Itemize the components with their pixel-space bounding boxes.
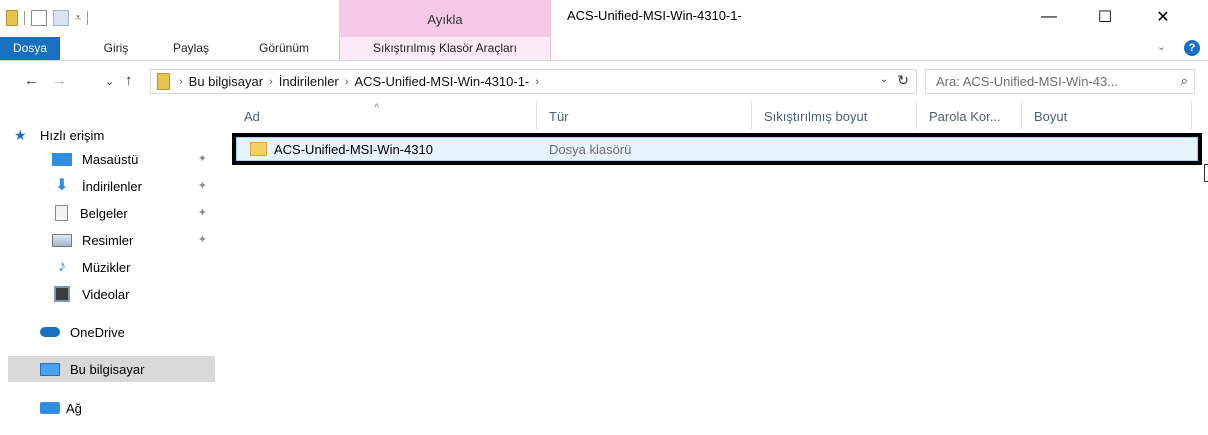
breadcrumb-separator[interactable]: ›	[179, 74, 183, 90]
sidebar-item-quick-access[interactable]: ★ Hızlı erişim	[8, 122, 215, 148]
folder-icon	[250, 142, 267, 156]
customize-toolbar-icon[interactable]: ⩡	[75, 12, 81, 25]
sidebar-item-onedrive[interactable]: OneDrive	[8, 319, 215, 345]
pin-icon[interactable]: ✦	[198, 179, 207, 192]
context-tab-group-label: Ayıkla	[427, 12, 463, 27]
sidebar-item-label: Müzikler	[82, 259, 131, 275]
search-icon[interactable]: ⌕	[1181, 73, 1188, 89]
close-button[interactable]: ✕	[1140, 0, 1186, 34]
documents-icon	[55, 205, 68, 221]
column-header-label: Boyut	[1034, 109, 1068, 124]
search-input[interactable]: Ara: ACS-Unified-MSI-Win-43... ⌕	[925, 69, 1195, 94]
column-header-size[interactable]: Boyut	[1022, 100, 1192, 130]
column-header-label: Parola Kor...	[929, 109, 1001, 124]
minimize-icon: —	[1041, 8, 1057, 25]
zip-folder-icon	[157, 73, 170, 90]
download-icon: ⬇	[55, 177, 69, 194]
forward-arrow-icon[interactable]: →	[52, 72, 67, 89]
table-row[interactable]: ACS-Unified-MSI-Win-4310 Dosya klasörü	[232, 133, 1202, 165]
breadcrumb-separator[interactable]: ›	[345, 74, 349, 90]
column-header-compressed-size[interactable]: Sıkıştırılmış boyut	[752, 100, 917, 130]
properties-check-icon[interactable]	[31, 10, 47, 26]
sidebar-item-label: OneDrive	[70, 324, 125, 340]
sidebar-item-label: Ağ	[66, 400, 82, 416]
pin-icon[interactable]: ✦	[198, 152, 207, 165]
star-icon: ★	[14, 127, 27, 143]
pictures-icon	[52, 233, 72, 247]
sidebar-item-downloads[interactable]: ⬇ İndirilenler ✦	[8, 173, 215, 199]
pin-icon[interactable]: ✦	[198, 206, 207, 219]
sidebar-item-label: Hızlı erişim	[40, 127, 105, 143]
pin-icon[interactable]: ✦	[198, 233, 207, 246]
breadcrumb-separator[interactable]: ›	[269, 74, 273, 90]
column-header-label: Ad	[244, 109, 260, 124]
address-dropdown-icon[interactable]: ⌄	[880, 74, 888, 85]
sidebar-item-pictures[interactable]: Resimler ✦	[8, 227, 215, 253]
file-type: Dosya klasörü	[549, 142, 632, 157]
text-cursor-icon	[1204, 164, 1208, 182]
breadcrumb-current-folder[interactable]: ACS-Unified-MSI-Win-4310-1-	[354, 74, 529, 90]
navigation-bar: ← → ⌄ ↑ › Bu bilgisayar › İndirilenler ›…	[0, 62, 1208, 100]
desktop-icon	[52, 152, 72, 166]
breadcrumb-downloads[interactable]: İndirilenler	[279, 74, 339, 90]
column-header-name[interactable]: Ad ^	[232, 100, 537, 130]
maximize-icon: ☐	[1097, 9, 1113, 26]
tab-view[interactable]: Görünüm	[244, 37, 324, 60]
sort-ascending-icon: ^	[374, 102, 380, 114]
tab-file[interactable]: Dosya	[0, 37, 60, 60]
network-icon	[40, 402, 60, 414]
breadcrumb: › Bu bilgisayar › İndirilenler › ACS-Uni…	[179, 74, 539, 90]
context-tab-group: Ayıkla	[339, 0, 551, 37]
sidebar-item-music[interactable]: ♪ Müzikler	[8, 254, 215, 280]
computer-icon	[40, 362, 60, 376]
window-title: ACS-Unified-MSI-Win-4310-1-	[567, 8, 742, 23]
toolbar-separator	[24, 11, 25, 25]
close-icon: ✕	[1156, 9, 1170, 26]
sidebar-item-this-pc[interactable]: Bu bilgisayar	[8, 356, 215, 382]
column-header-type[interactable]: Tür	[537, 100, 752, 130]
sidebar-item-network[interactable]: Ağ	[8, 395, 215, 421]
video-icon	[54, 286, 70, 302]
minimize-button[interactable]: —	[1026, 0, 1072, 34]
cloud-icon	[40, 327, 60, 337]
column-header-label: Sıkıştırılmış boyut	[764, 109, 868, 124]
sidebar-item-label: Belgeler	[80, 205, 128, 221]
quick-access-toolbar: ⩡	[6, 7, 89, 29]
sidebar-item-label: Bu bilgisayar	[70, 361, 145, 377]
navigation-pane: ★ Hızlı erişim Masaüstü ✦ ⬇ İndirilenler…	[0, 100, 225, 435]
up-arrow-icon[interactable]: ↑	[125, 72, 133, 89]
tab-home[interactable]: Giriş	[91, 37, 141, 60]
recent-locations-icon[interactable]: ⌄	[105, 75, 114, 88]
zip-folder-icon[interactable]	[6, 10, 18, 26]
expand-ribbon-icon[interactable]: ⌄	[1157, 40, 1166, 53]
back-arrow-icon[interactable]: ←	[24, 72, 39, 89]
sidebar-item-label: Resimler	[82, 232, 134, 248]
sidebar-item-documents[interactable]: Belgeler ✦	[8, 200, 215, 226]
refresh-icon[interactable]: ↻	[897, 72, 909, 89]
column-headers: Ad ^ Tür Sıkıştırılmış boyut Parola Kor.…	[232, 100, 1208, 130]
new-folder-icon[interactable]	[53, 10, 69, 26]
breadcrumb-this-pc[interactable]: Bu bilgisayar	[189, 74, 263, 90]
music-icon: ♪	[58, 258, 66, 275]
address-bar[interactable]: › Bu bilgisayar › İndirilenler › ACS-Uni…	[150, 69, 917, 94]
sidebar-item-desktop[interactable]: Masaüstü ✦	[8, 146, 215, 172]
help-icon[interactable]: ?	[1184, 40, 1200, 56]
search-placeholder: Ara: ACS-Unified-MSI-Win-43...	[936, 74, 1119, 89]
breadcrumb-separator[interactable]: ›	[535, 74, 539, 90]
toolbar-separator	[87, 11, 89, 25]
ribbon-tabs: Dosya Giriş Paylaş Görünüm Sıkıştırılmış…	[0, 37, 1208, 61]
maximize-button[interactable]: ☐	[1082, 0, 1128, 34]
title-bar: ⩡ Ayıkla ACS-Unified-MSI-Win-4310-1- — ☐…	[0, 0, 1208, 37]
tab-compressed-folder-tools[interactable]: Sıkıştırılmış Klasör Araçları	[339, 37, 551, 60]
file-name[interactable]: ACS-Unified-MSI-Win-4310	[274, 142, 433, 157]
sidebar-item-label: Videolar	[82, 286, 130, 302]
tab-share[interactable]: Paylaş	[162, 37, 220, 60]
column-header-password-protected[interactable]: Parola Kor...	[917, 100, 1022, 130]
column-header-label: Tür	[549, 109, 569, 124]
sidebar-item-label: İndirilenler	[82, 178, 142, 194]
sidebar-item-videos[interactable]: Videolar	[8, 281, 215, 307]
sidebar-item-label: Masaüstü	[82, 151, 139, 167]
